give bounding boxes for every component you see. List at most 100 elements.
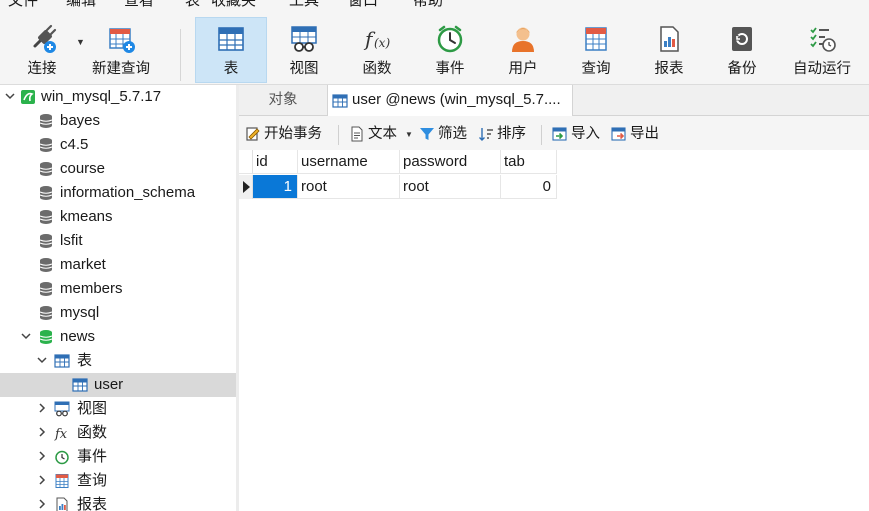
data-toolbar: 开始事务 文本 ▼ 筛选 排序 导入 导出 (239, 116, 869, 150)
new-query-button[interactable]: 新建查询 (86, 18, 156, 84)
chevron-right-icon[interactable] (35, 449, 49, 463)
backup-label: 备份 (727, 61, 757, 77)
database-name: members (60, 280, 123, 297)
database-open-icon (39, 330, 53, 344)
auto-run-button[interactable]: 自动运行 (779, 18, 865, 84)
tab-objects[interactable]: 对象 (239, 85, 327, 116)
tree-db-market[interactable]: market (0, 253, 236, 277)
queries-node-label: 查询 (77, 472, 108, 489)
view-button[interactable]: 视图 (268, 18, 340, 84)
column-header-id[interactable]: id (253, 150, 298, 174)
grid-corner (239, 150, 253, 174)
main-toolbar: 连接 ▼ 新建查询 表 视图 f (x) 函数 事件 用户 查询 报表 备份 自… (0, 11, 869, 85)
menu-view[interactable]: 查看 (124, 0, 154, 11)
tree-node-tables[interactable]: 表 (0, 349, 236, 373)
menu-help[interactable]: 帮助 (413, 0, 443, 11)
tree-connection[interactable]: win_mysql_5.7.17 (0, 85, 236, 109)
cell-password[interactable]: root (400, 175, 501, 199)
connect-dropdown-icon[interactable]: ▼ (76, 37, 85, 47)
column-header-tab[interactable]: tab (501, 150, 557, 174)
menu-file[interactable]: 文件 (8, 0, 38, 11)
table-name: user (94, 376, 124, 393)
column-header-username[interactable]: username (298, 150, 400, 174)
tree-db-bayes[interactable]: bayes (0, 109, 236, 133)
tree-node-views[interactable]: 视图 (0, 397, 236, 421)
table-icon (72, 378, 88, 392)
database-icon (39, 138, 53, 152)
menu-bar: 文件 编辑 查看 表 收藏夹 工具 窗口 帮助 (0, 0, 869, 11)
tree-db-course[interactable]: course (0, 157, 236, 181)
tree-db-c45[interactable]: c4.5 (0, 133, 236, 157)
tree-db-members[interactable]: members (0, 277, 236, 301)
function-button[interactable]: f (x) 函数 (341, 18, 413, 84)
chevron-right-icon[interactable] (35, 401, 49, 415)
database-icon (39, 162, 53, 176)
report-button[interactable]: 报表 (633, 18, 705, 84)
tree-node-queries[interactable]: 查询 (0, 469, 236, 493)
backup-button[interactable]: 备份 (706, 18, 778, 84)
tree-node-functions[interactable]: fx 函数 (0, 421, 236, 445)
database-icon (39, 306, 53, 320)
database-name: c4.5 (60, 136, 89, 153)
connect-button[interactable]: 连接 (6, 18, 78, 84)
database-name: course (60, 160, 106, 177)
table-button[interactable]: 表 (195, 17, 267, 83)
tree-db-mysql[interactable]: mysql (0, 301, 236, 325)
menu-tools[interactable]: 工具 (289, 0, 319, 11)
filter-icon (420, 128, 434, 140)
functions-node-label: 函数 (77, 424, 108, 441)
event-button[interactable]: 事件 (414, 18, 486, 84)
menu-table[interactable]: 表 (185, 0, 200, 11)
view-icon (291, 26, 317, 52)
database-icon (39, 282, 53, 296)
tree-db-news[interactable]: news (0, 325, 236, 349)
tree-db-kmeans[interactable]: kmeans (0, 205, 236, 229)
report-label: 报表 (654, 61, 684, 77)
chevron-down-icon[interactable] (19, 329, 33, 343)
tree-db-lsfit[interactable]: lsfit (0, 229, 236, 253)
menu-edit[interactable]: 编辑 (66, 0, 96, 11)
chevron-right-icon[interactable] (35, 425, 49, 439)
export-label: 导出 (630, 126, 659, 142)
tree-table-user[interactable]: user (0, 373, 236, 397)
new-query-label: 新建查询 (92, 61, 150, 77)
tree-node-events[interactable]: 事件 (0, 445, 236, 469)
cell-tab[interactable]: 0 (501, 175, 557, 199)
cell-id[interactable]: 1 (253, 175, 298, 199)
menu-window[interactable]: 窗口 (348, 0, 378, 11)
tab-title: user @news (win_mysql_5.7.... (352, 91, 561, 108)
begin-transaction-label: 开始事务 (264, 126, 322, 142)
database-icon (39, 234, 53, 248)
tree-db-information-schema[interactable]: information_schema (0, 181, 236, 205)
function-label: 函数 (362, 61, 392, 77)
user-icon (512, 27, 534, 52)
table-icon (218, 27, 244, 51)
user-label: 用户 (508, 61, 538, 77)
cell-username[interactable]: root (298, 175, 400, 199)
tab-user-table[interactable]: user @news (win_mysql_5.7.... (327, 85, 573, 116)
user-button[interactable]: 用户 (487, 18, 559, 84)
sort-icon (479, 128, 493, 141)
chevron-right-icon[interactable] (35, 473, 49, 487)
sort-label: 排序 (497, 126, 526, 142)
import-label: 导入 (571, 126, 600, 142)
filter-label: 筛选 (438, 126, 467, 142)
chevron-down-icon[interactable] (3, 89, 17, 103)
clock-icon (437, 25, 463, 53)
database-name: kmeans (60, 208, 113, 225)
menu-favorites[interactable]: 收藏夹 (211, 0, 256, 11)
tree-node-reports[interactable]: 报表 (0, 493, 236, 511)
svg-text:(x): (x) (374, 36, 390, 50)
text-dropdown-icon[interactable]: ▼ (405, 125, 413, 145)
column-header-password[interactable]: password (400, 150, 501, 174)
query-icon (55, 474, 69, 488)
chevron-right-icon[interactable] (35, 497, 49, 511)
database-icon (39, 186, 53, 200)
query-button[interactable]: 查询 (560, 18, 632, 84)
table-label: 表 (223, 61, 239, 77)
chevron-down-icon[interactable] (35, 353, 49, 367)
database-name: market (60, 256, 106, 273)
text-document-icon (351, 126, 363, 142)
navicat-window: 文件 编辑 查看 表 收藏夹 工具 窗口 帮助 连接 ▼ 新建查询 表 视图 f… (0, 0, 869, 511)
toolbar-separator (180, 29, 181, 81)
